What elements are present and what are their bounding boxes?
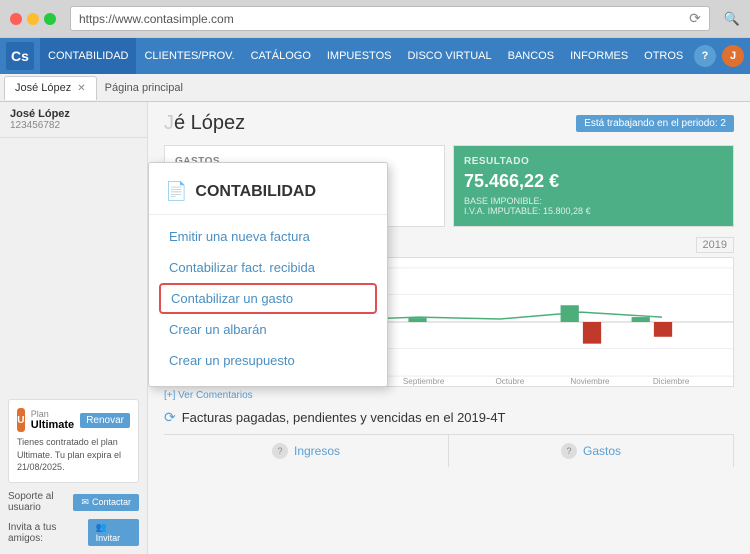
nav-item-disco[interactable]: DISCO VIRTUAL: [399, 38, 499, 74]
main-area: José López 123456782 U Plan Ultimate Ren…: [0, 102, 750, 554]
user-avatar[interactable]: J: [722, 45, 744, 67]
sidebar: José López 123456782 U Plan Ultimate Ren…: [0, 102, 148, 554]
chart-link[interactable]: [+] Ver Comentarios: [164, 390, 734, 401]
nav-item-catalogo[interactable]: CATÁLOGO: [243, 38, 319, 74]
resultado-label: RESULTADO: [464, 156, 723, 167]
dropdown-item-nueva-factura[interactable]: Emitir una nueva factura: [149, 221, 387, 252]
sidebar-userid: 123456782: [10, 120, 137, 131]
plan-header: U Plan Ultimate Renovar: [17, 408, 130, 432]
tab-bar: José López ✕ Página principal: [0, 74, 750, 102]
svg-text:Diciembre: Diciembre: [653, 377, 690, 386]
dropdown-overlay: 📄 CONTABILIDAD Emitir una nueva factura …: [148, 162, 388, 387]
url-text: https://www.contasimple.com: [79, 12, 234, 26]
nav-item-bancos[interactable]: BANCOS: [500, 38, 562, 74]
refresh-icon: ⟳: [164, 409, 176, 426]
footer-title: ⟳ Facturas pagadas, pendientes y vencida…: [164, 409, 734, 426]
ingresos-help-icon[interactable]: ?: [272, 443, 288, 459]
plan-logo-icon: U: [17, 408, 25, 432]
user-tab[interactable]: José López ✕: [4, 76, 97, 100]
nav-item-informes[interactable]: INFORMES: [562, 38, 636, 74]
nav-item-otros[interactable]: OTROS: [636, 38, 691, 74]
chart-year: 2019: [696, 237, 734, 253]
contact-label: Contactar: [92, 497, 131, 507]
main-content: Jé López Está trabajando en el periodo: …: [148, 102, 750, 554]
plan-description: Tienes contratado el plan Ultimate. Tu p…: [17, 436, 130, 474]
invite-icon: 👥: [96, 522, 107, 532]
dropdown-item-presupuesto[interactable]: Crear un presupuesto: [149, 345, 387, 376]
renew-button[interactable]: Renovar: [80, 413, 130, 428]
tab-close-icon[interactable]: ✕: [77, 83, 85, 94]
plan-tier-label: Ultimate: [31, 419, 74, 431]
plan-name-label: Plan: [31, 409, 74, 419]
tab-main-page[interactable]: Página principal: [97, 82, 191, 94]
dropdown-title: CONTABILIDAD: [195, 183, 316, 201]
invite-label-text: Invitar: [96, 533, 121, 543]
svg-text:Octubre: Octubre: [495, 377, 524, 386]
browser-chrome: https://www.contasimple.com ⟳ 🔍: [0, 0, 750, 38]
dropdown-item-gasto[interactable]: Contabilizar un gasto: [159, 283, 377, 314]
resultado-card: RESULTADO 75.466,22 € BASE IMPONIBLE: I.…: [453, 145, 734, 227]
search-icon[interactable]: 🔍: [724, 11, 740, 27]
footer-tabs: ? Ingresos ? Gastos: [164, 434, 734, 467]
footer-title-text: Facturas pagadas, pendientes y vencidas …: [182, 410, 506, 425]
plan-box: U Plan Ultimate Renovar Tienes contratad…: [8, 399, 139, 483]
period-badge: Está trabajando en el periodo: 2: [576, 115, 734, 132]
gastos-help-icon[interactable]: ?: [561, 443, 577, 459]
ingresos-label: Ingresos: [294, 444, 340, 458]
address-bar[interactable]: https://www.contasimple.com ⟳: [70, 6, 710, 31]
plan-tier: Plan Ultimate: [31, 409, 74, 431]
invite-button[interactable]: 👥 Invitar: [88, 519, 139, 546]
nav-items: CONTABILIDAD CLIENTES/PROV. CATÁLOGO IMP…: [40, 38, 694, 74]
maximize-dot[interactable]: [44, 13, 56, 25]
minimize-dot[interactable]: [27, 13, 39, 25]
dropdown-header: 📄 CONTABILIDAD: [149, 173, 387, 215]
browser-titlebar: https://www.contasimple.com ⟳ 🔍: [0, 0, 750, 37]
dropdown-item-fact-recibida[interactable]: Contabilizar fact. recibida: [149, 252, 387, 283]
sidebar-user-info: José López 123456782: [0, 102, 147, 138]
resultado-value: 75.466,22 €: [464, 171, 723, 192]
footer-section: ⟳ Facturas pagadas, pendientes y vencida…: [148, 401, 750, 471]
nav-item-clientes[interactable]: CLIENTES/PROV.: [136, 38, 242, 74]
sidebar-username: José López: [10, 108, 137, 120]
refresh-icon[interactable]: ⟳: [689, 10, 701, 27]
dropdown-menu: 📄 CONTABILIDAD Emitir una nueva factura …: [148, 162, 388, 387]
nav-item-contabilidad[interactable]: CONTABILIDAD: [40, 38, 136, 74]
footer-tab-ingresos[interactable]: ? Ingresos: [164, 435, 449, 467]
browser-dots: [10, 13, 56, 25]
nav-right: ? J: [694, 45, 744, 67]
help-button[interactable]: ?: [694, 45, 716, 67]
close-dot[interactable]: [10, 13, 22, 25]
gastos-footer-label: Gastos: [583, 444, 621, 458]
cs-logo[interactable]: Cs: [6, 42, 34, 70]
invite-label: Invita a tus amigos:: [8, 522, 88, 544]
resultado-sub1: I.V.A. IMPUTABLE: 15.800,28 €: [464, 206, 723, 216]
dropdown-item-albaran[interactable]: Crear un albarán: [149, 314, 387, 345]
email-icon: ✉: [81, 497, 89, 508]
app-nav: Cs CONTABILIDAD CLIENTES/PROV. CATÁLOGO …: [0, 38, 750, 74]
nav-item-impuestos[interactable]: IMPUESTOS: [319, 38, 400, 74]
support-label: Soporte al usuario: [8, 491, 73, 513]
document-icon: 📄: [165, 181, 187, 202]
tab-user-name: José López: [15, 82, 71, 94]
svg-text:Noviembre: Noviembre: [570, 377, 610, 386]
contact-button[interactable]: ✉ Contactar: [73, 494, 139, 511]
support-box: Soporte al usuario ✉ Contactar: [8, 491, 139, 513]
content-header: Jé López Está trabajando en el periodo: …: [148, 102, 750, 145]
plan-section: U Plan Ultimate Renovar Tienes contratad…: [0, 391, 147, 554]
svg-text:Septiembre: Septiembre: [403, 377, 445, 386]
page-title: Jé López: [164, 112, 245, 135]
resultado-sub2: BASE IMPONIBLE:: [464, 196, 723, 206]
footer-tab-gastos[interactable]: ? Gastos: [449, 435, 734, 467]
invite-box: Invita a tus amigos: 👥 Invitar: [8, 519, 139, 546]
